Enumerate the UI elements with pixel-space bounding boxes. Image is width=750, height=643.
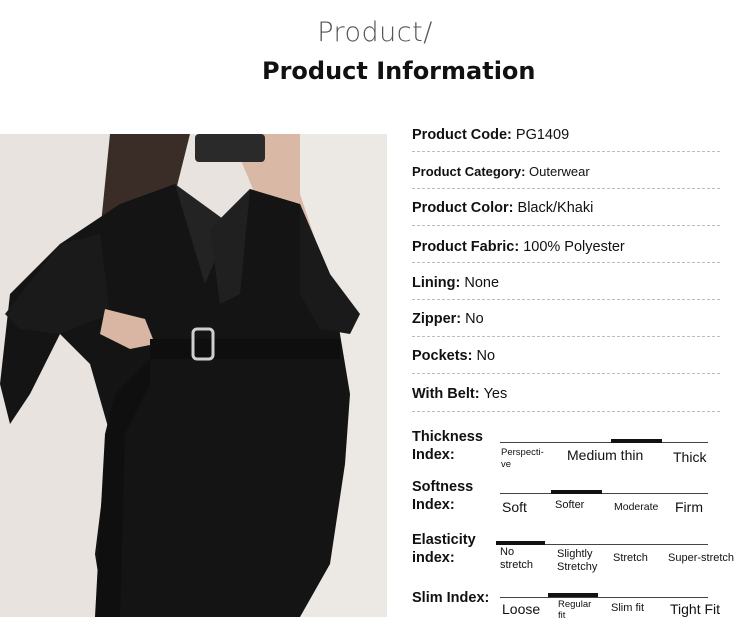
thickness-option-thick: Thick xyxy=(673,449,707,465)
divider xyxy=(412,188,720,189)
thickness-label-line1: Thickness xyxy=(412,429,483,445)
info-row-lining: Lining: None xyxy=(412,275,720,291)
softness-label-line2: Index: xyxy=(412,497,455,513)
thickness-selected-marker xyxy=(611,439,662,443)
slim-option-regular-fit: Regular fit xyxy=(558,599,592,621)
product-photo xyxy=(0,134,387,617)
softness-scale-line xyxy=(500,493,708,494)
softness-option-firm: Firm xyxy=(675,499,703,515)
info-row-product-category: Product Category: Outerwear xyxy=(412,164,720,179)
divider xyxy=(412,336,720,337)
page-title: Product Information xyxy=(262,57,536,85)
info-label: Lining: xyxy=(412,275,465,291)
softness-option-softer: Softer xyxy=(555,499,585,511)
elasticity-option-no-stretch: No stretch xyxy=(500,546,534,571)
info-value: No xyxy=(476,348,496,364)
info-value: None xyxy=(464,275,500,291)
divider xyxy=(412,411,720,412)
divider xyxy=(412,262,720,263)
elasticity-index-label: Elasticity index: xyxy=(412,531,476,567)
elasticity-selected-marker xyxy=(496,541,545,545)
thickness-option-medium-thin: Medium thin xyxy=(567,447,644,463)
info-label: Product Fabric: xyxy=(412,239,524,255)
slim-label-line1: Slim Index: xyxy=(412,590,490,606)
elasticity-label-line1: Elasticity xyxy=(412,532,476,548)
info-row-with-belt: With Belt: Yes xyxy=(412,386,720,402)
page-subtitle: Product/ xyxy=(317,17,433,48)
thickness-option-perspective: Perspecti-ve xyxy=(501,447,544,470)
info-row-product-fabric: Product Fabric: 100% Polyester xyxy=(412,239,720,255)
divider xyxy=(412,299,720,300)
slim-option-loose: Loose xyxy=(502,601,541,617)
info-label: Zipper: xyxy=(412,311,466,327)
divider xyxy=(412,373,720,374)
slim-selected-marker xyxy=(548,593,598,597)
info-value: Yes xyxy=(483,386,508,402)
info-label: Pockets: xyxy=(412,348,477,364)
info-value: Black/Khaki xyxy=(517,200,594,216)
divider xyxy=(412,225,720,226)
info-label: Product Color: xyxy=(412,200,518,216)
info-row-zipper: Zipper: No xyxy=(412,311,720,327)
info-value: 100% Polyester xyxy=(523,239,625,255)
info-row-product-color: Product Color: Black/Khaki xyxy=(412,200,720,216)
slim-option-slim-fit: Slim fit xyxy=(611,602,644,614)
info-value: PG1409 xyxy=(515,127,570,143)
info-row-product-code: Product Code: PG1409 xyxy=(412,127,720,143)
slim-index-label: Slim Index: xyxy=(412,589,489,607)
softness-index-label: Softness Index: xyxy=(412,478,473,514)
info-row-pockets: Pockets: No xyxy=(412,348,720,364)
thickness-scale-line xyxy=(500,442,708,443)
info-label: Product Code: xyxy=(412,127,516,143)
elasticity-label-line2: index: xyxy=(412,550,455,566)
softness-option-soft: Soft xyxy=(502,499,527,515)
softness-label-line1: Softness xyxy=(412,479,474,495)
elasticity-option-stretch: Stretch xyxy=(613,552,648,564)
elasticity-option-slightly-stretchy: Slightly Stretchy xyxy=(557,548,598,573)
slim-option-tight-fit: Tight Fit xyxy=(670,601,721,617)
info-label: Product Category: xyxy=(412,164,530,179)
info-value: No xyxy=(465,311,484,327)
info-value: Outerwear xyxy=(529,164,590,179)
product-photo-image xyxy=(0,134,387,617)
thickness-index-label: Thickness Index: xyxy=(412,428,483,464)
divider xyxy=(412,151,720,152)
thickness-label-line2: Index: xyxy=(412,447,455,463)
softness-selected-marker xyxy=(551,490,602,494)
softness-option-moderate: Moderate xyxy=(614,501,659,513)
slim-scale-line xyxy=(500,597,708,598)
elasticity-option-super-stretch: Super-stretch xyxy=(668,552,735,564)
info-label: With Belt: xyxy=(412,386,484,402)
